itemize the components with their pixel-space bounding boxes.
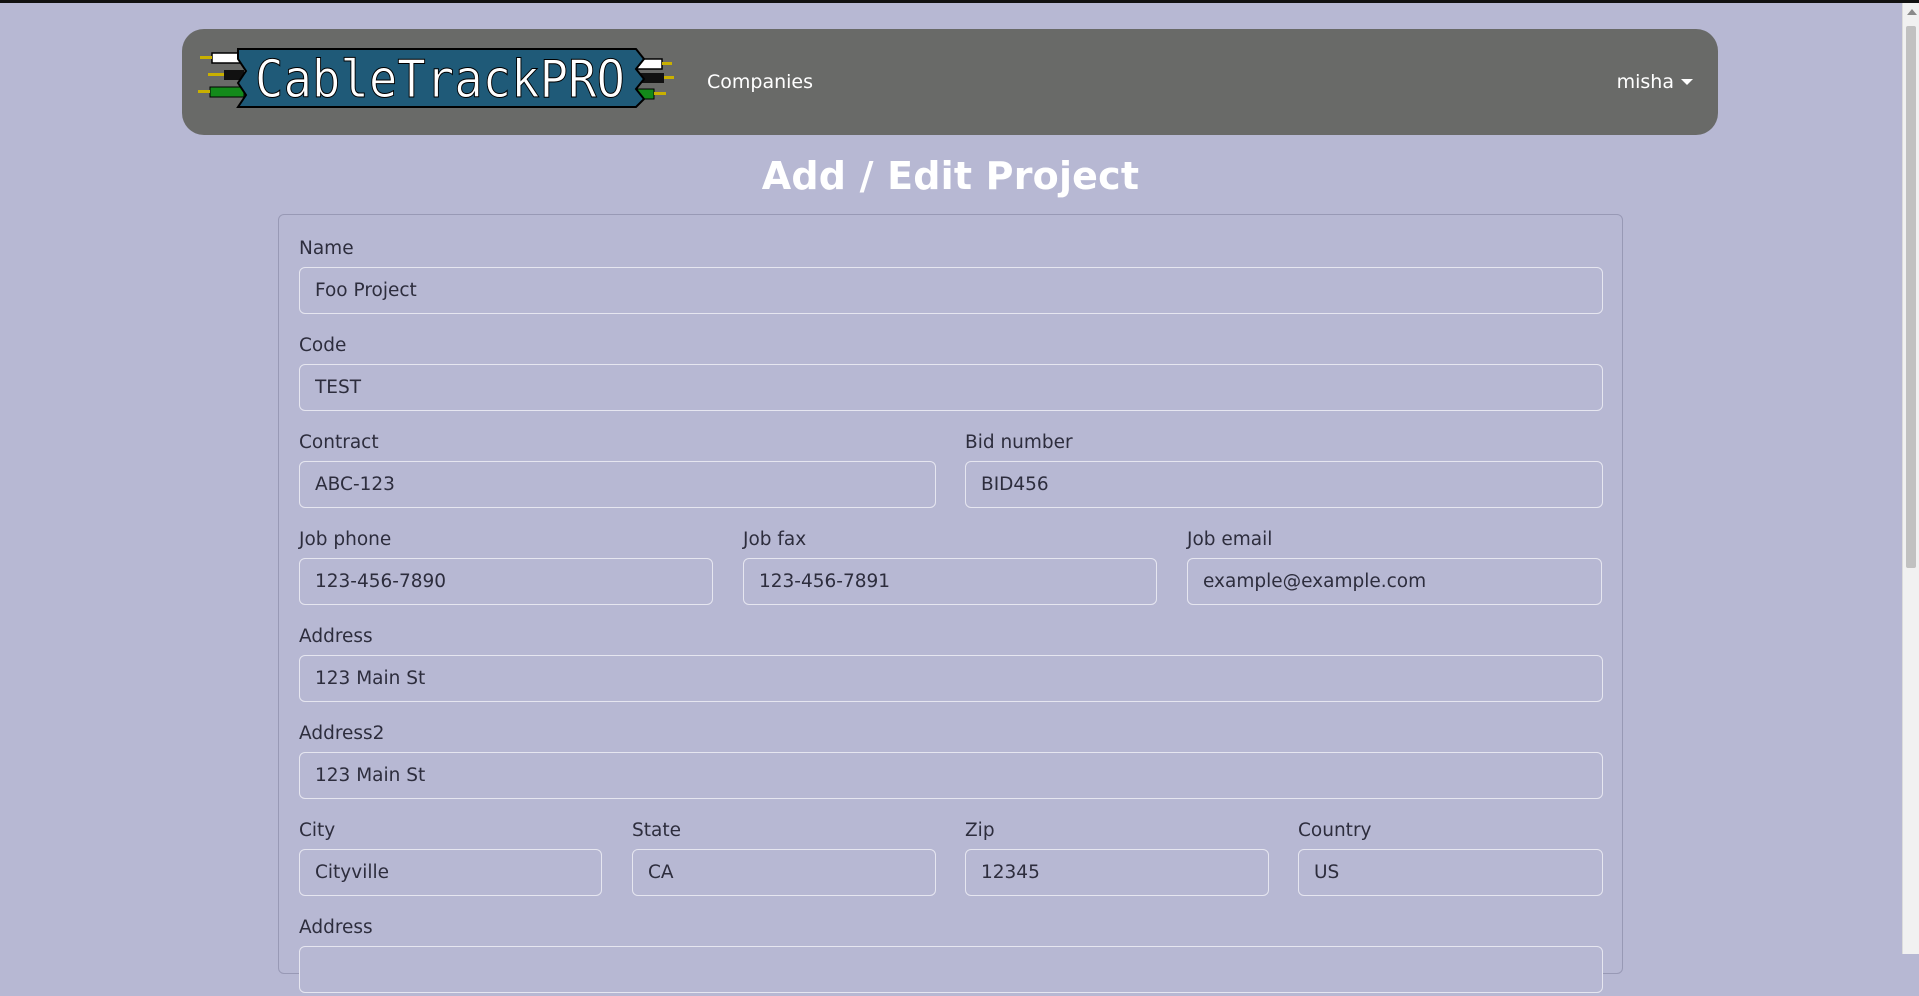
state-label: State	[632, 820, 681, 841]
window-top-edge	[0, 0, 1919, 3]
contract-field-group: Contract	[299, 431, 936, 511]
country-input[interactable]	[1298, 849, 1603, 896]
code-input[interactable]	[299, 364, 1603, 411]
job-email-field-group: Job email	[1187, 528, 1602, 608]
code-field-group: Code	[299, 334, 1603, 414]
job-email-label: Job email	[1187, 529, 1273, 550]
scroll-up-arrow-icon[interactable]	[1907, 9, 1917, 15]
contract-input[interactable]	[299, 461, 936, 508]
page-title: Add / Edit Project	[761, 154, 1140, 198]
job-phone-field-group: Job phone	[299, 528, 713, 608]
cabletrackpro-logo[interactable]: CableTrackPRO	[198, 47, 676, 109]
job-email-input[interactable]	[1187, 558, 1602, 605]
country-label: Country	[1298, 820, 1372, 841]
address-extra-input[interactable]	[299, 946, 1603, 993]
address2-label: Address2	[299, 723, 385, 744]
page-scrollbar[interactable]	[1902, 3, 1919, 954]
caret-down-icon	[1681, 79, 1693, 85]
job-phone-label: Job phone	[299, 529, 392, 550]
address2-input[interactable]	[299, 752, 1603, 799]
zip-field-group: Zip	[965, 819, 1269, 899]
job-fax-input[interactable]	[743, 558, 1157, 605]
project-form: Name Code Contract Bid number Job phone …	[278, 214, 1623, 993]
bid-number-input[interactable]	[965, 461, 1603, 508]
name-field-group: Name	[299, 237, 1603, 317]
zip-label: Zip	[965, 820, 995, 841]
bid-number-label: Bid number	[965, 432, 1073, 453]
state-field-group: State	[632, 819, 936, 899]
scroll-thumb[interactable]	[1906, 26, 1916, 568]
job-phone-input[interactable]	[299, 558, 713, 605]
user-name: misha	[1616, 71, 1674, 93]
address-field-group: Address	[299, 625, 1603, 705]
code-label: Code	[299, 335, 347, 356]
name-input[interactable]	[299, 267, 1603, 314]
contract-label: Contract	[299, 432, 379, 453]
zip-input[interactable]	[965, 849, 1269, 896]
city-input[interactable]	[299, 849, 602, 896]
address-label: Address	[299, 626, 373, 647]
city-field-group: City	[299, 819, 602, 899]
address-extra-field-group: Address	[299, 916, 1603, 996]
state-input[interactable]	[632, 849, 936, 896]
nav-link-companies[interactable]: Companies	[707, 29, 813, 135]
city-label: City	[299, 820, 336, 841]
bid-number-field-group: Bid number	[965, 431, 1603, 511]
country-field-group: Country	[1298, 819, 1603, 899]
navbar: CableTrackPRO Companies misha	[182, 29, 1718, 135]
user-dropdown[interactable]: misha	[1617, 29, 1693, 135]
address2-field-group: Address2	[299, 722, 1603, 802]
job-fax-label: Job fax	[743, 529, 807, 550]
logo-text: CableTrackPRO	[255, 50, 625, 109]
address-input[interactable]	[299, 655, 1603, 702]
job-fax-field-group: Job fax	[743, 528, 1157, 608]
address-extra-label: Address	[299, 917, 373, 938]
name-label: Name	[299, 238, 354, 259]
